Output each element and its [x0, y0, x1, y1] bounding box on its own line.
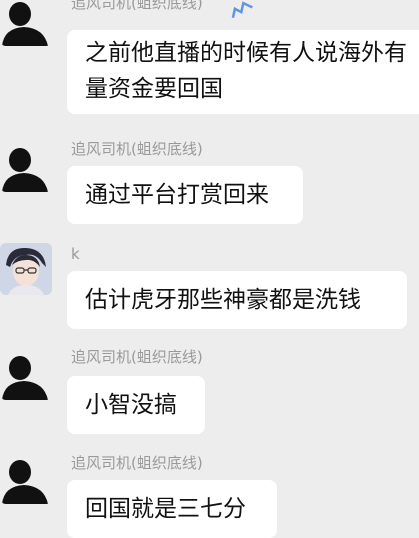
anime-boy-avatar-icon[interactable]	[0, 243, 52, 295]
silhouette-avatar-icon[interactable]	[0, 452, 52, 504]
sender-name: 追风司机(蛆织底线)	[71, 348, 203, 366]
sender-name: 追风司机(蛆织底线)	[71, 454, 203, 472]
message-item: 追风司机(蛆织底线) 小智没搞	[0, 348, 419, 438]
message-item: 追风司机(蛆织底线) 通过平台打赏回来	[0, 140, 419, 230]
silhouette-avatar-icon[interactable]	[0, 0, 52, 46]
message-text-line: 量资金要回国	[85, 76, 223, 102]
message-bubble[interactable]: 回国就是三七分	[67, 480, 277, 538]
message-bubble[interactable]: 通过平台打赏回来	[67, 166, 303, 224]
message-bubble[interactable]: 小智没搞	[67, 376, 205, 434]
message-text-line: 之前他直播的时候有人说海外有	[85, 40, 407, 66]
message-item: 追风司机(蛆织底线) 回国就是三七分	[0, 452, 419, 538]
message-bubble[interactable]: 估计虎牙那些神豪都是洗钱	[67, 271, 407, 329]
silhouette-avatar-icon[interactable]	[0, 140, 52, 192]
message-bubble[interactable]: 之前他直播的时候有人说海外有 量资金要回国	[67, 30, 419, 114]
silhouette-avatar-icon[interactable]	[0, 348, 52, 400]
sender-name: 追风司机(蛆织底线)	[71, 0, 203, 12]
message-item: 追风司机(蛆织底线) 之前他直播的时候有人说海外有 量资金要回国	[0, 0, 419, 120]
sender-name: k	[71, 245, 80, 263]
message-item: k 估计虎牙那些神豪都是洗钱	[0, 243, 419, 335]
chat-log: 追风司机(蛆织底线) 之前他直播的时候有人说海外有 量资金要回国 追风司机(蛆织…	[0, 0, 419, 538]
sender-name: 追风司机(蛆织底线)	[71, 140, 203, 158]
